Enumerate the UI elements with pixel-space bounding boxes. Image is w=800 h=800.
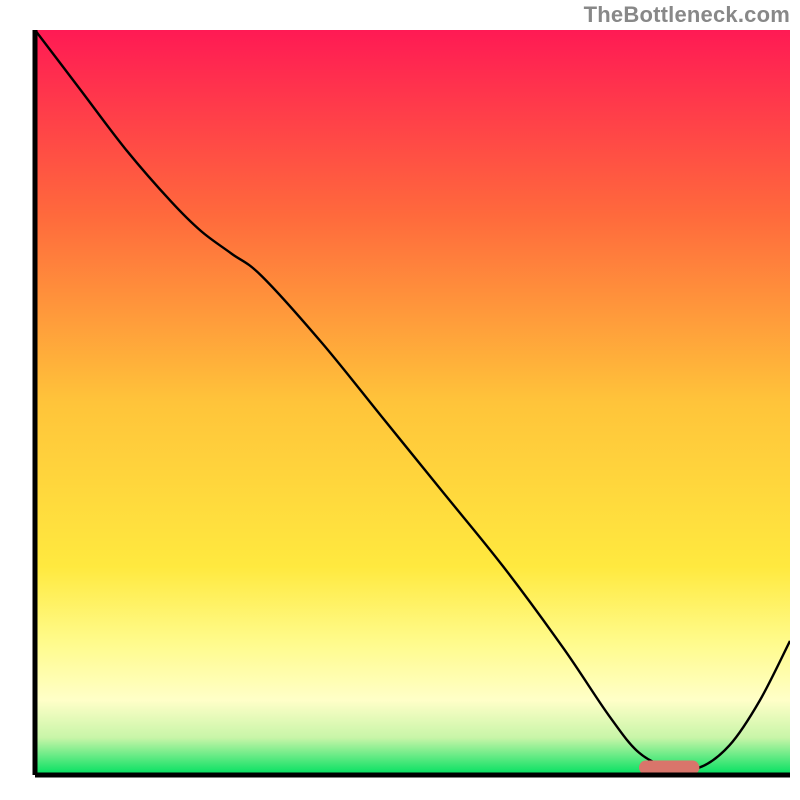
optimal-zone-marker bbox=[639, 761, 699, 775]
bottleneck-chart bbox=[0, 0, 800, 800]
chart-container: TheBottleneck.com bbox=[0, 0, 800, 800]
watermark-text: TheBottleneck.com bbox=[584, 2, 790, 28]
plot-background bbox=[35, 30, 790, 775]
